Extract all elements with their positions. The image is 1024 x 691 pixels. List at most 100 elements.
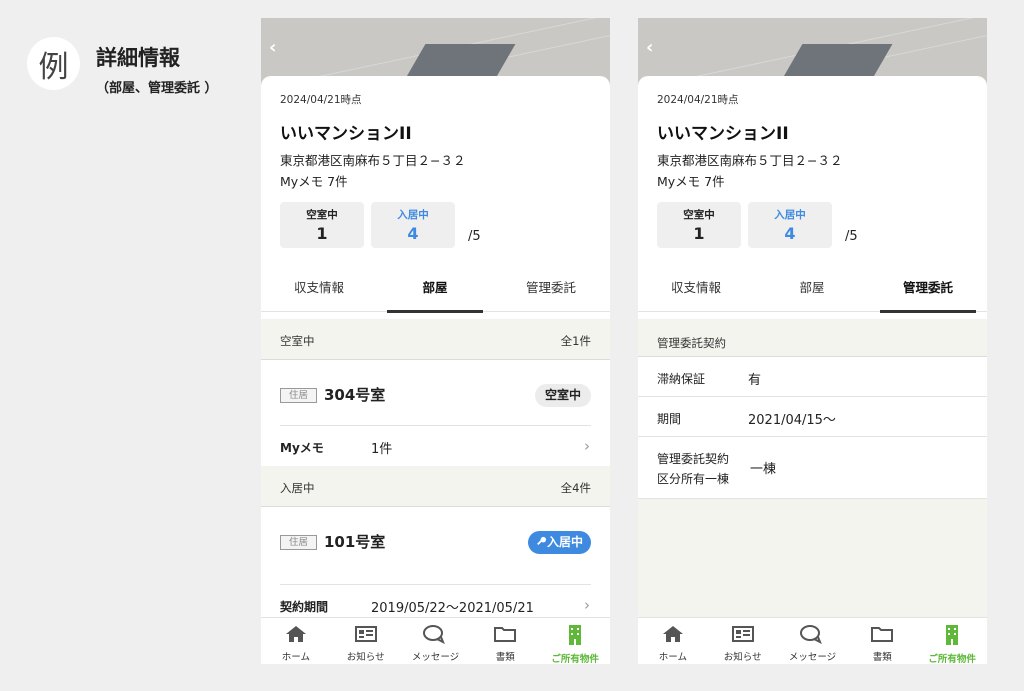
building-address: 東京都港区南麻布５丁目２−３２ bbox=[657, 153, 843, 168]
occupied-stat-label: 入居中 bbox=[774, 209, 806, 221]
building-name: いいマンションII bbox=[280, 124, 412, 144]
back-icon[interactable]: ‹ bbox=[269, 39, 285, 57]
room-number: 304号室 bbox=[324, 386, 386, 404]
home-icon bbox=[662, 626, 683, 642]
building-name: いいマンションII bbox=[657, 124, 789, 144]
guarantee-row: 滞納保証 有 bbox=[638, 357, 987, 397]
nav-properties[interactable]: ご所有物件 bbox=[917, 618, 987, 664]
phone-screen-management: ‹ 2024/04/21時点 いいマンションII 東京都港区南麻布５丁目２−３２… bbox=[638, 18, 987, 664]
nav-label: 書類 bbox=[495, 652, 515, 663]
contract-label: 契約期間 bbox=[280, 600, 329, 614]
folder-icon bbox=[871, 627, 894, 642]
example-title: 詳細情報 bbox=[96, 46, 180, 70]
message-icon bbox=[423, 625, 446, 645]
vacant-stat-value: 1 bbox=[693, 224, 705, 243]
tab-bar: 収支情報 部屋 管理委託 bbox=[638, 269, 987, 313]
occupied-status-badge: 入居中 bbox=[527, 531, 591, 554]
nav-label: ご所有物件 bbox=[928, 654, 976, 664]
period-row: 期間 2021/04/15〜 bbox=[638, 397, 987, 437]
nav-label: ご所有物件 bbox=[551, 654, 599, 664]
example-badge: 例 bbox=[27, 37, 80, 90]
vacant-section-label: 空室中 bbox=[280, 334, 315, 348]
chevron-right-icon: › bbox=[584, 596, 590, 614]
division-value: 一棟 bbox=[750, 462, 777, 477]
tab-rooms[interactable]: 部屋 bbox=[377, 269, 493, 313]
nav-news[interactable]: お知らせ bbox=[331, 618, 401, 664]
key-icon bbox=[537, 536, 547, 546]
vacant-stat-label: 空室中 bbox=[683, 209, 715, 221]
tab-income[interactable]: 収支情報 bbox=[638, 269, 754, 312]
occupied-stat: 入居中 4 bbox=[748, 202, 832, 248]
nav-label: メッセージ bbox=[411, 652, 460, 663]
vacant-stat: 空室中 1 bbox=[280, 202, 364, 248]
message-icon bbox=[800, 625, 823, 645]
building-icon bbox=[569, 625, 582, 645]
room-row-101[interactable]: 住居 101号室 入居中 bbox=[261, 507, 610, 579]
folder-icon bbox=[494, 627, 517, 642]
total-rooms: /5 bbox=[468, 229, 481, 244]
nav-message[interactable]: メッセージ bbox=[401, 618, 471, 664]
occupied-stat-value: 4 bbox=[407, 224, 419, 243]
memo-count[interactable]: Myメモ 7件 bbox=[657, 171, 725, 190]
occupied-stat-label: 入居中 bbox=[397, 209, 429, 221]
tab-bar: 収支情報 部屋 管理委託 bbox=[261, 269, 610, 313]
nav-label: お知らせ bbox=[346, 652, 385, 663]
division-row: 管理委託契約 区分所有一棟 一棟 bbox=[638, 437, 987, 499]
management-section-header: 管理委託契約 bbox=[638, 319, 987, 357]
home-icon bbox=[285, 626, 306, 642]
nav-properties[interactable]: ご所有物件 bbox=[540, 618, 610, 664]
nav-documents[interactable]: 書類 bbox=[470, 618, 540, 664]
news-icon bbox=[354, 626, 377, 642]
nav-documents[interactable]: 書類 bbox=[847, 618, 917, 664]
division-label-2: 区分所有一棟 bbox=[657, 472, 730, 486]
tab-management[interactable]: 管理委託 bbox=[493, 269, 609, 312]
tab-rooms[interactable]: 部屋 bbox=[754, 269, 870, 312]
tab-income[interactable]: 収支情報 bbox=[261, 269, 377, 312]
nav-label: メッセージ bbox=[788, 652, 837, 663]
example-subtitle: （部屋、管理委託 ） bbox=[96, 81, 218, 96]
back-icon[interactable]: ‹ bbox=[646, 39, 662, 57]
news-icon bbox=[731, 626, 754, 642]
occupied-stat: 入居中 4 bbox=[371, 202, 455, 248]
room-type-tag: 住居 bbox=[280, 535, 317, 550]
vacant-section-header: 空室中 全1件 bbox=[261, 319, 610, 360]
detail-card: 2024/04/21時点 いいマンションII 東京都港区南麻布５丁目２−３２ M… bbox=[261, 76, 610, 664]
vacant-section-count: 全1件 bbox=[560, 334, 591, 348]
nav-home[interactable]: ホーム bbox=[638, 618, 708, 664]
contract-value: 2019/05/22〜2021/05/21 bbox=[371, 601, 534, 616]
tab-management[interactable]: 管理委託 bbox=[870, 269, 986, 313]
detail-card: 2024/04/21時点 いいマンションII 東京都港区南麻布５丁目２−３２ M… bbox=[638, 76, 987, 664]
guarantee-value: 有 bbox=[748, 373, 762, 388]
occupied-section-label: 入居中 bbox=[280, 481, 315, 495]
as-of-date: 2024/04/21時点 bbox=[280, 94, 362, 106]
period-value: 2021/04/15〜 bbox=[748, 413, 836, 428]
building-address: 東京都港区南麻布５丁目２−３２ bbox=[280, 153, 466, 168]
room-row-304[interactable]: 住居 304号室 空室中 bbox=[261, 360, 610, 432]
vacant-status-badge: 空室中 bbox=[534, 384, 591, 407]
nav-news[interactable]: お知らせ bbox=[708, 618, 778, 664]
period-label: 期間 bbox=[657, 412, 682, 426]
vacant-stat: 空室中 1 bbox=[657, 202, 741, 248]
guarantee-label: 滞納保証 bbox=[657, 372, 706, 386]
nav-label: ホーム bbox=[658, 652, 687, 663]
room-number: 101号室 bbox=[324, 533, 386, 551]
phone-screen-rooms: ‹ 2024/04/21時点 いいマンションII 東京都港区南麻布５丁目２−３２… bbox=[261, 18, 610, 664]
bottom-nav: ホーム お知らせ メッセージ 書類 ご所有物件 bbox=[638, 617, 987, 664]
vacant-stat-label: 空室中 bbox=[306, 209, 338, 221]
memo-row-value: 1件 bbox=[371, 442, 393, 457]
occupied-stat-value: 4 bbox=[784, 224, 796, 243]
chevron-right-icon: › bbox=[584, 437, 590, 455]
memo-row-label: Myメモ bbox=[280, 441, 324, 455]
management-section-label: 管理委託契約 bbox=[657, 336, 726, 350]
as-of-date: 2024/04/21時点 bbox=[657, 94, 739, 106]
nav-home[interactable]: ホーム bbox=[261, 618, 331, 664]
memo-count[interactable]: Myメモ 7件 bbox=[280, 171, 348, 190]
nav-message[interactable]: メッセージ bbox=[778, 618, 848, 664]
nav-label: 書類 bbox=[872, 652, 892, 663]
nav-label: ホーム bbox=[281, 652, 310, 663]
bottom-nav: ホーム お知らせ メッセージ 書類 ご所有物件 bbox=[261, 617, 610, 664]
occupied-status-text: 入居中 bbox=[546, 535, 583, 549]
memo-row[interactable]: Myメモ 1件 › bbox=[261, 426, 610, 466]
occupied-section-count: 全4件 bbox=[560, 481, 591, 495]
vacant-stat-value: 1 bbox=[316, 224, 328, 243]
